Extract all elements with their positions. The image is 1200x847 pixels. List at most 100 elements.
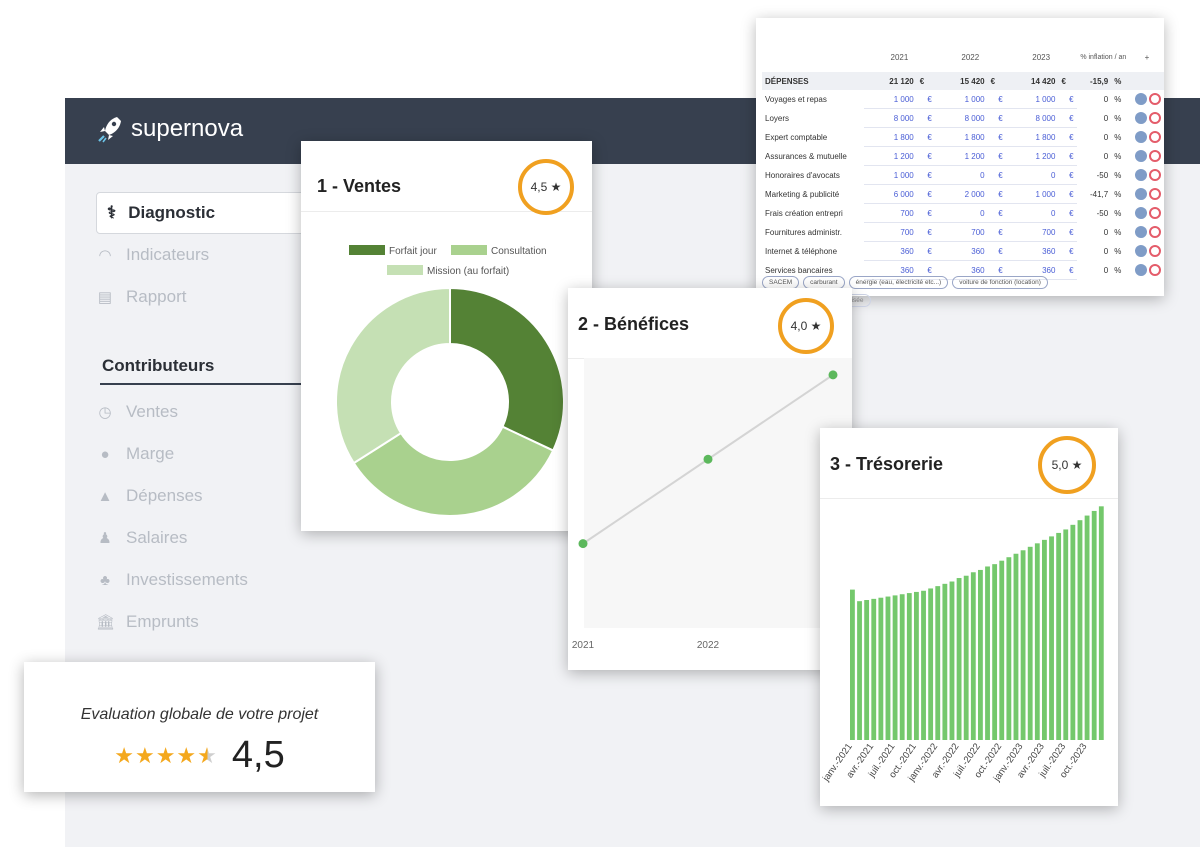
delete-icon[interactable] bbox=[1149, 169, 1161, 181]
pie-icon: ● bbox=[100, 445, 110, 463]
percent: % bbox=[1114, 132, 1122, 142]
nav-item-diagnostic[interactable]: ⚕ Diagnostic bbox=[96, 192, 311, 234]
nav-item-indicateurs[interactable]: ◠ Indicateurs bbox=[96, 245, 209, 265]
edit-icon[interactable] bbox=[1135, 150, 1147, 162]
value-2022[interactable]: 360 bbox=[934, 241, 988, 261]
edit-icon[interactable] bbox=[1135, 169, 1147, 181]
value-2022[interactable]: 8 000 bbox=[934, 108, 988, 128]
value-2023[interactable]: 1 200 bbox=[1005, 146, 1059, 166]
edit-icon[interactable] bbox=[1135, 131, 1147, 143]
edit-icon[interactable] bbox=[1135, 226, 1147, 238]
value-2022[interactable]: 1 800 bbox=[934, 127, 988, 147]
nav-item-investissements[interactable]: ♣ Investissements bbox=[96, 570, 248, 590]
bar bbox=[1091, 510, 1097, 740]
x-tick-label: 2022 bbox=[697, 640, 720, 651]
delete-icon[interactable] bbox=[1149, 150, 1161, 162]
evaluation-title: Evaluation globale de votre projet bbox=[80, 706, 319, 723]
edit-icon[interactable] bbox=[1135, 112, 1147, 124]
currency: € bbox=[1058, 127, 1077, 147]
delete-icon[interactable] bbox=[1149, 112, 1161, 124]
benefices-card: 2 - Bénéfices 4,0 ★ 2021 2022 bbox=[568, 288, 852, 670]
value-2023[interactable]: 8 000 bbox=[1005, 108, 1059, 128]
inflation-value: 0 bbox=[1103, 246, 1109, 256]
value-2022[interactable]: 1 000 bbox=[934, 90, 988, 109]
edit-icon[interactable] bbox=[1135, 188, 1147, 200]
nav-item-marge[interactable]: ● Marge bbox=[96, 444, 174, 464]
nav-item-label: Marge bbox=[126, 444, 175, 463]
value-2023[interactable]: 1 000 bbox=[1005, 184, 1059, 204]
bar bbox=[885, 596, 891, 740]
rating-badge: 4,5 ★ bbox=[518, 159, 574, 215]
currency: € bbox=[916, 90, 935, 109]
chart-icon: ◷ bbox=[98, 404, 112, 421]
currency: € bbox=[1061, 76, 1066, 86]
value-2021[interactable]: 1 000 bbox=[864, 90, 917, 109]
nav-item-emprunts[interactable]: 🏛 Emprunts bbox=[96, 612, 199, 632]
value-2022[interactable]: 0 bbox=[934, 203, 988, 223]
value-2022[interactable]: 0 bbox=[934, 165, 988, 185]
currency: € bbox=[987, 146, 1006, 166]
value-2023[interactable]: 1 000 bbox=[1005, 90, 1059, 109]
currency: € bbox=[916, 184, 935, 204]
edit-icon[interactable] bbox=[1135, 207, 1147, 219]
delete-icon[interactable] bbox=[1149, 226, 1161, 238]
bar bbox=[1070, 524, 1076, 740]
depenses-rows: Voyages et repas 1 000 €1 000 €1 000 €0% Loye… bbox=[762, 90, 1164, 280]
nav-item-salaires[interactable]: ♟ Salaires bbox=[96, 528, 187, 548]
bar bbox=[1049, 536, 1054, 740]
currency: € bbox=[916, 108, 935, 128]
currency: € bbox=[987, 184, 1006, 204]
bar bbox=[1077, 520, 1083, 740]
value-2022[interactable]: 1 200 bbox=[934, 146, 988, 166]
currency: € bbox=[987, 90, 1006, 109]
value-2021[interactable]: 6 000 bbox=[864, 184, 917, 204]
tag-voiture[interactable]: voiture de fonction (location) bbox=[952, 276, 1048, 289]
value-2021[interactable]: 1 200 bbox=[864, 146, 917, 166]
currency: € bbox=[1058, 90, 1077, 109]
value-2021[interactable]: 360 bbox=[864, 241, 917, 261]
delete-icon[interactable] bbox=[1149, 93, 1161, 106]
value-2022[interactable]: 700 bbox=[934, 222, 988, 242]
x-tick-label: 2021 bbox=[572, 640, 595, 651]
value-2023[interactable]: 0 bbox=[1005, 165, 1059, 185]
edit-icon[interactable] bbox=[1135, 245, 1147, 257]
legend-label: Mission (au forfait) bbox=[427, 266, 509, 277]
delete-icon[interactable] bbox=[1149, 245, 1161, 257]
delete-icon[interactable] bbox=[1149, 131, 1161, 143]
rating-badge: 5,0 ★ bbox=[1038, 436, 1096, 494]
row-label: Marketing & publicité bbox=[765, 189, 840, 199]
value-2023[interactable]: 1 800 bbox=[1005, 127, 1059, 147]
currency: € bbox=[987, 241, 1006, 261]
table-row: Honoraires d'avocats 1 000 €0 €0 € -50% bbox=[762, 165, 1164, 185]
value-2023[interactable]: 700 bbox=[1005, 222, 1059, 242]
value-2021[interactable]: 8 000 bbox=[864, 108, 917, 128]
edit-icon[interactable] bbox=[1135, 93, 1147, 106]
add-column-button[interactable]: + bbox=[1130, 42, 1164, 72]
bar bbox=[928, 588, 934, 740]
evaluation-card: Evaluation globale de votre projet ★★★★★… bbox=[24, 662, 375, 792]
value-2021[interactable]: 700 bbox=[864, 222, 917, 242]
inflation-value: -50 bbox=[1096, 208, 1109, 218]
delete-icon[interactable] bbox=[1149, 188, 1161, 200]
bar bbox=[985, 566, 990, 740]
currency: € bbox=[916, 222, 935, 242]
value-2022[interactable]: 2 000 bbox=[934, 184, 988, 204]
currency: € bbox=[1058, 165, 1077, 185]
nav-item-depenses[interactable]: ▲ Dépenses bbox=[96, 486, 203, 506]
value-2021[interactable]: 1 800 bbox=[864, 127, 917, 147]
currency: € bbox=[987, 222, 1006, 242]
table-row: Fournitures administr. 700 €700 €700 €0% bbox=[762, 222, 1164, 242]
value-2021[interactable]: 700 bbox=[864, 203, 917, 223]
row-actions bbox=[1130, 128, 1164, 147]
table-row: Internet & téléphone 360 €360 €360 €0% bbox=[762, 241, 1164, 261]
currency: € bbox=[990, 76, 996, 86]
value-2021[interactable]: 1 000 bbox=[864, 165, 917, 185]
nav-item-ventes[interactable]: ◷ Ventes bbox=[96, 402, 178, 422]
row-actions bbox=[1130, 204, 1164, 223]
delete-icon[interactable] bbox=[1149, 207, 1161, 219]
value-2023[interactable]: 0 bbox=[1005, 203, 1059, 223]
value-2023[interactable]: 360 bbox=[1005, 241, 1059, 261]
nav-item-rapport[interactable]: ▤ Rapport bbox=[96, 287, 187, 307]
tag-energie[interactable]: énergie (eau, électricité etc...) bbox=[848, 276, 949, 289]
app-logo[interactable]: supernova bbox=[97, 115, 243, 143]
